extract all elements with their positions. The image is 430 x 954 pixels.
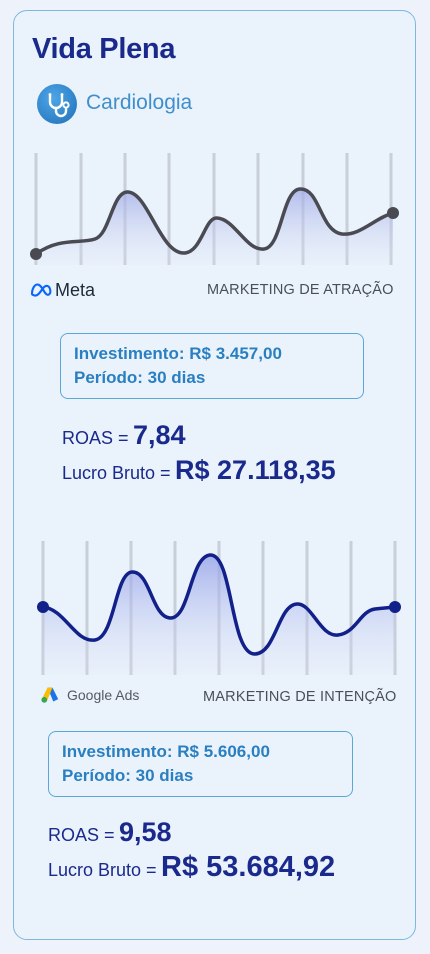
google-trend-chart xyxy=(37,541,401,675)
google-ads-logo-icon xyxy=(41,687,59,703)
stethoscope-icon xyxy=(37,84,77,124)
investment-value: R$ 3.457,00 xyxy=(189,344,282,363)
google-ads-brand: Google Ads xyxy=(40,686,139,704)
google-investment-box: Investimento: R$ 5.606,00 Período: 30 di… xyxy=(48,731,353,797)
meta-logo-icon xyxy=(30,283,52,297)
investment-value: R$ 5.606,00 xyxy=(177,742,270,761)
specialty-label: Cardiologia xyxy=(86,91,193,114)
profit-label: Lucro Bruto = xyxy=(62,463,171,483)
roas-label: ROAS = xyxy=(48,825,115,845)
google-marketing-label: MARKETING DE INTENÇÃO xyxy=(203,689,397,705)
meta-investment-box: Investimento: R$ 3.457,00 Período: 30 di… xyxy=(60,333,364,399)
profit-value: R$ 27.118,35 xyxy=(175,455,336,485)
period-label: Período: 30 dias xyxy=(74,368,206,387)
investment-label: Investimento: xyxy=(62,742,173,761)
clinic-name: Vida Plena xyxy=(32,33,176,65)
meta-brand: Meta xyxy=(30,279,95,301)
meta-brand-name: Meta xyxy=(55,279,96,300)
profit-label: Lucro Bruto = xyxy=(48,860,157,880)
meta-roas-row: ROAS = 7,84 xyxy=(62,420,186,451)
roas-value: 9,58 xyxy=(118,817,172,847)
meta-trend-chart xyxy=(30,153,399,265)
roas-label: ROAS = xyxy=(62,428,129,448)
google-ads-brand-name: Google Ads xyxy=(67,687,140,703)
meta-marketing-label: MARKETING DE ATRAÇÃO xyxy=(207,282,394,298)
google-profit-row: Lucro Bruto = R$ 53.684,92 xyxy=(48,851,335,884)
period-label: Período: 30 dias xyxy=(62,766,194,785)
profit-value: R$ 53.684,92 xyxy=(161,851,336,883)
investment-label: Investimento: xyxy=(74,344,185,363)
meta-profit-row: Lucro Bruto = R$ 27.118,35 xyxy=(62,455,336,486)
google-roas-row: ROAS = 9,58 xyxy=(48,817,172,848)
roas-value: 7,84 xyxy=(132,420,186,450)
